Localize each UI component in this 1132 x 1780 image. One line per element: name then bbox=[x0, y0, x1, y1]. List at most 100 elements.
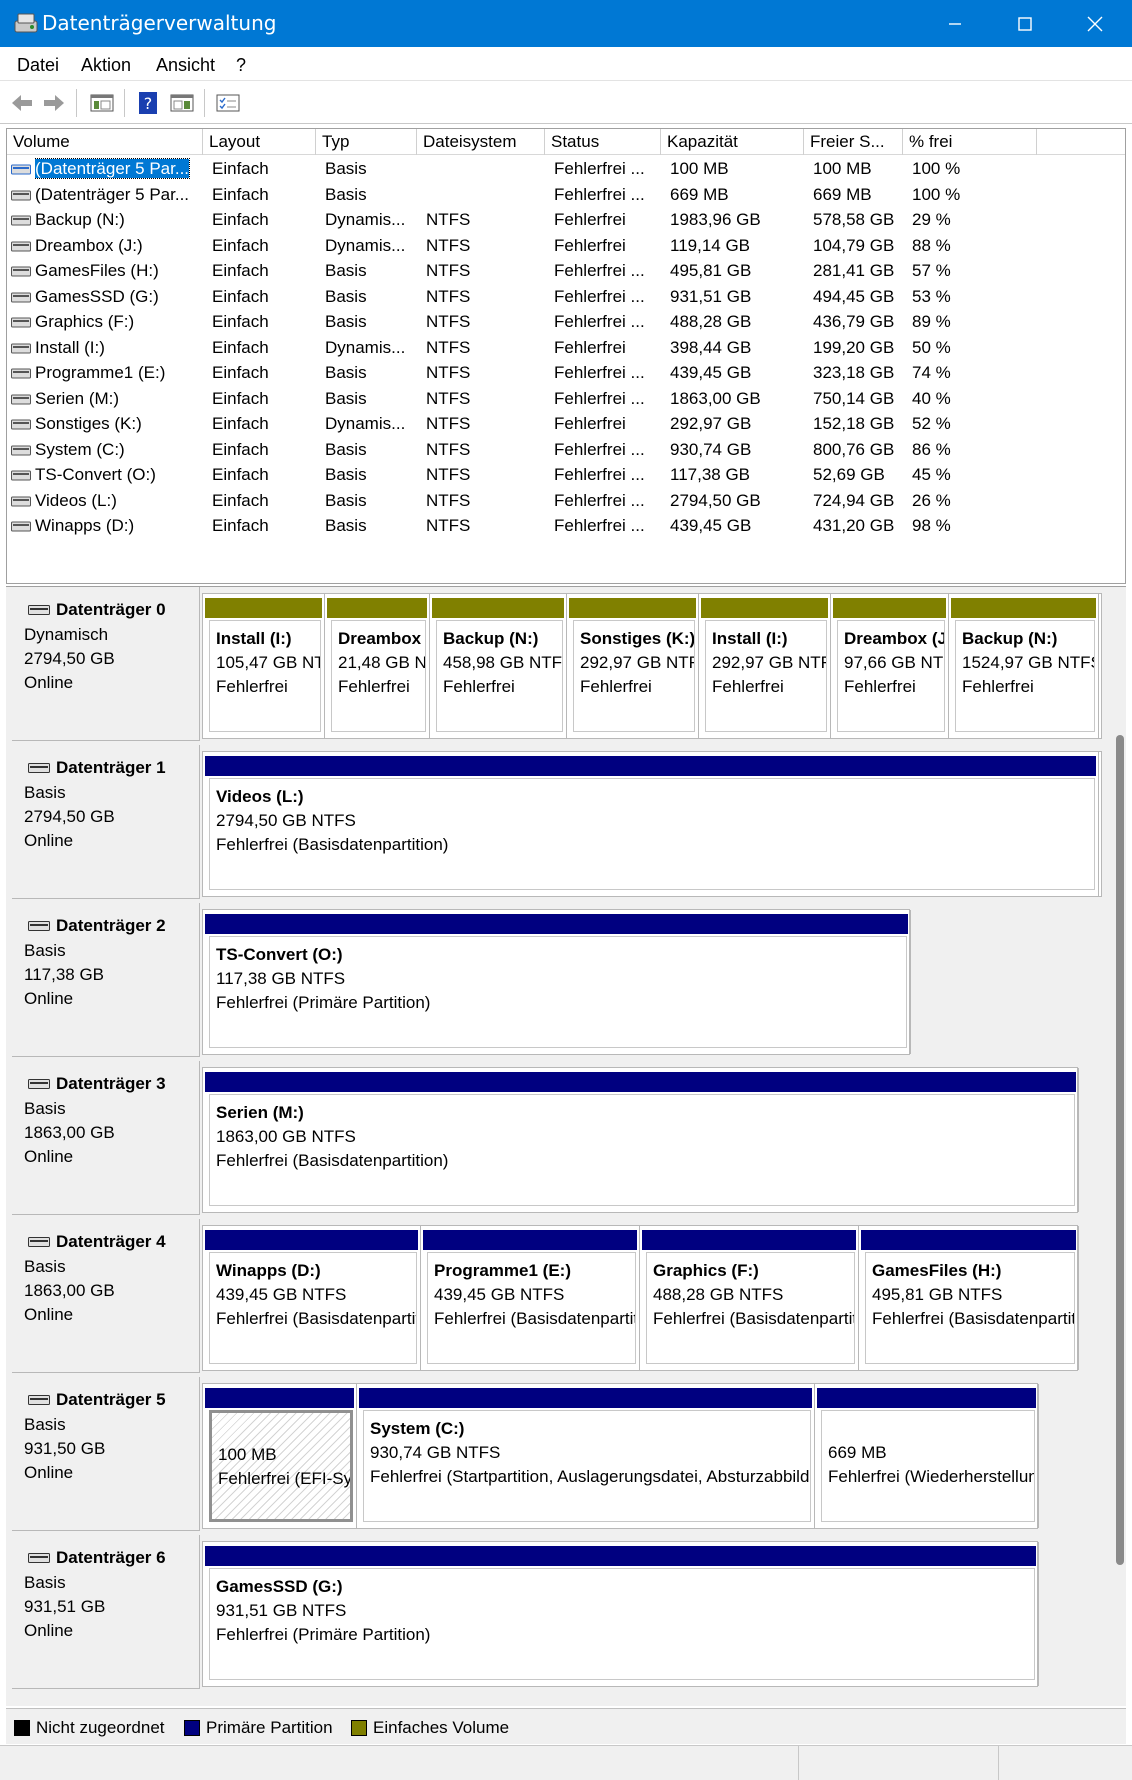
volume-row[interactable]: Sonstiges (K:) Einfach Dynamis... NTFS Fehle… bbox=[7, 411, 1125, 437]
cell-status: Fehlerfrei bbox=[554, 210, 626, 229]
disk-size: 931,51 GB bbox=[24, 1597, 106, 1616]
maximize-button[interactable] bbox=[990, 0, 1060, 47]
partition[interactable]: Install (I:) 105,47 GB NTFS Fehlerfrei bbox=[203, 594, 325, 738]
volume-row[interactable]: Serien (M:) Einfach Basis NTFS Fehlerfrei ..… bbox=[7, 386, 1125, 412]
volume-row[interactable]: Graphics (F:) Einfach Basis NTFS Fehlerfrei … bbox=[7, 309, 1125, 335]
disk-info-3[interactable]: Datenträger 3 Basis 1863,00 GB Online bbox=[12, 1061, 200, 1215]
disk-status: Online bbox=[24, 1621, 74, 1640]
partition[interactable]: Backup (N:) 1524,97 GB NTFS Fehlerfrei bbox=[949, 594, 1099, 738]
console-tree-button[interactable] bbox=[88, 89, 116, 117]
partition[interactable]: System (C:) 930,74 GB NTFS Fehlerfrei (Sta… bbox=[357, 1384, 815, 1528]
menu-aktion[interactable]: Aktion bbox=[81, 55, 131, 76]
cell-prozent-frei: 53 % bbox=[912, 286, 951, 306]
disk-name: Datenträger 4 bbox=[56, 1232, 166, 1251]
disk-view-scrollbar[interactable] bbox=[1114, 587, 1126, 1706]
close-button[interactable] bbox=[1060, 0, 1130, 47]
help-button[interactable]: ? bbox=[134, 89, 162, 117]
column-header[interactable]: Typ bbox=[316, 129, 417, 155]
partition-status: Fehlerfrei bbox=[338, 677, 410, 696]
volume-row[interactable]: TS-Convert (O:) Einfach Basis NTFS Fehlerfre… bbox=[7, 462, 1125, 488]
disk-info-0[interactable]: Datenträger 0 Dynamisch 2794,50 GB Online bbox=[12, 587, 200, 741]
column-header[interactable]: Kapazität bbox=[661, 129, 804, 155]
cell-volume: (Datenträger 5 Par... bbox=[35, 156, 203, 181]
partition[interactable]: Videos (L:) 2794,50 GB NTFS Fehlerfrei (Ba… bbox=[203, 752, 1099, 896]
partition[interactable]: GamesSSD (G:) 931,51 GB NTFS Fehlerfrei (P… bbox=[203, 1542, 1039, 1686]
volume-row[interactable]: Install (I:) Einfach Dynamis... NTFS Fehlerf… bbox=[7, 335, 1125, 361]
partition[interactable]: 669 MB Fehlerfrei (Wiederherstellungspart… bbox=[815, 1384, 1039, 1528]
partition-status: Fehlerfrei (Basisdatenpartition) bbox=[216, 1309, 416, 1328]
volume-row[interactable]: Winapps (D:) Einfach Basis NTFS Fehlerfrei .… bbox=[7, 513, 1125, 539]
volume-row[interactable]: Dreambox (J:) Einfach Dynamis... NTFS Fehler… bbox=[7, 233, 1125, 259]
volume-row[interactable]: Videos (L:) Einfach Basis NTFS Fehlerfrei ..… bbox=[7, 488, 1125, 514]
partition-label: Dreambox (J:) bbox=[844, 629, 944, 648]
volume-name: (Datenträger 5 Par... bbox=[35, 158, 191, 179]
volume-row[interactable]: System (C:) Einfach Basis NTFS Fehlerfrei ..… bbox=[7, 437, 1125, 463]
minimize-button[interactable] bbox=[920, 0, 990, 47]
partition-status: Fehlerfrei (Primäre Partition) bbox=[216, 993, 431, 1012]
disk-partition-bar: Winapps (D:) 439,45 GB NTFS Fehlerfrei (Ba… bbox=[202, 1225, 1079, 1371]
window-title: Datenträgerverwaltung bbox=[42, 11, 277, 35]
disk-info-6[interactable]: Datenträger 6 Basis 931,51 GB Online bbox=[12, 1535, 200, 1689]
cell-volume: GamesSSD (G:) bbox=[35, 284, 203, 309]
partition[interactable]: TS-Convert (O:) 117,38 GB NTFS Fehlerfrei … bbox=[203, 910, 911, 1054]
partition-label: GamesFiles (H:) bbox=[872, 1261, 1002, 1280]
cell-layout: Einfach bbox=[212, 363, 269, 382]
menu-help[interactable]: ? bbox=[236, 55, 246, 76]
disk-type: Basis bbox=[24, 1415, 66, 1434]
cell-volume: GamesFiles (H:) bbox=[35, 258, 203, 283]
partition-label: TS-Convert (O:) bbox=[216, 945, 343, 964]
volume-row[interactable]: (Datenträger 5 Par... Einfach Basis Fehlerf… bbox=[7, 156, 1125, 182]
disk-info-4[interactable]: Datenträger 4 Basis 1863,00 GB Online bbox=[12, 1219, 200, 1373]
partition[interactable]: Programme1 (E:) 439,45 GB NTFS Fehlerfrei … bbox=[421, 1226, 640, 1370]
cell-typ: Basis bbox=[325, 516, 367, 535]
partition-size: 439,45 GB NTFS bbox=[216, 1285, 347, 1304]
partition-label: Backup (N:) bbox=[962, 629, 1058, 648]
partition[interactable]: 100 MB Fehlerfrei (EFI-Systempartition) bbox=[203, 1384, 357, 1528]
column-header[interactable]: Status bbox=[545, 129, 661, 155]
column-header[interactable]: Dateisystem bbox=[417, 129, 545, 155]
partition[interactable]: Dreambox (J:) 21,48 GB NTFS Fehlerfrei bbox=[325, 594, 430, 738]
disk-info-2[interactable]: Datenträger 2 Basis 117,38 GB Online bbox=[12, 903, 200, 1057]
disk-info-5[interactable]: Datenträger 5 Basis 931,50 GB Online bbox=[12, 1377, 200, 1531]
menu-ansicht[interactable]: Ansicht bbox=[156, 55, 215, 76]
partition[interactable]: Sonstiges (K:) 292,97 GB NTFS Fehlerfrei bbox=[567, 594, 699, 738]
volume-row[interactable]: (Datenträger 5 Par... Einfach Basis Fehlerf… bbox=[7, 182, 1125, 208]
partition[interactable]: Install (I:) 292,97 GB NTFS Fehlerfrei bbox=[699, 594, 831, 738]
back-icon bbox=[12, 95, 32, 111]
volume-row[interactable]: GamesFiles (H:) Einfach Basis NTFS Fehlerfre… bbox=[7, 258, 1125, 284]
cell-dateisystem: NTFS bbox=[426, 337, 471, 357]
disk-info-1[interactable]: Datenträger 1 Basis 2794,50 GB Online bbox=[12, 745, 200, 899]
partition[interactable]: Graphics (F:) 488,28 GB NTFS Fehlerfrei (B… bbox=[640, 1226, 859, 1370]
cell-typ: Basis bbox=[325, 184, 367, 204]
partition[interactable]: GamesFiles (H:) 495,81 GB NTFS Fehlerfrei … bbox=[859, 1226, 1079, 1370]
scrollbar-thumb[interactable] bbox=[1116, 735, 1124, 1565]
partition-size: 930,74 GB NTFS bbox=[370, 1443, 501, 1462]
column-header[interactable]: % frei bbox=[903, 129, 1037, 155]
cell-dateisystem: NTFS bbox=[426, 439, 471, 459]
cell-dateisystem: NTFS bbox=[426, 261, 471, 280]
column-header[interactable]: Freier S... bbox=[804, 129, 903, 155]
cell-prozent-frei: 26 % bbox=[912, 490, 951, 510]
column-header[interactable]: Volume bbox=[7, 129, 203, 155]
cell-freier-speicher: 100 MB bbox=[813, 159, 872, 178]
cell-kapazitaet: 439,45 GB bbox=[670, 516, 752, 535]
back-button[interactable] bbox=[8, 89, 36, 117]
volume-row[interactable]: GamesSSD (G:) Einfach Basis NTFS Fehlerfrei … bbox=[7, 284, 1125, 310]
menu-datei[interactable]: Datei bbox=[17, 55, 59, 76]
properties-button[interactable] bbox=[214, 89, 242, 117]
volume-row[interactable]: Backup (N:) Einfach Dynamis... NTFS Fehlerfr… bbox=[7, 207, 1125, 233]
partition[interactable]: Winapps (D:) 439,45 GB NTFS Fehlerfrei (Ba… bbox=[203, 1226, 421, 1370]
disk-management-app-icon bbox=[14, 13, 38, 33]
action-pane-button[interactable] bbox=[168, 89, 196, 117]
cell-layout: Einfach bbox=[212, 337, 269, 357]
partition-label: Graphics (F:) bbox=[653, 1261, 759, 1280]
partition-type-strip bbox=[205, 1072, 1076, 1092]
partition[interactable]: Dreambox (J:) 97,66 GB NTFS Fehlerfrei bbox=[831, 594, 949, 738]
partition[interactable]: Backup (N:) 458,98 GB NTFS Fehlerfrei bbox=[430, 594, 567, 738]
cell-dateisystem bbox=[426, 182, 545, 207]
partition[interactable]: Serien (M:) 1863,00 GB NTFS Fehlerfrei (Ba… bbox=[203, 1068, 1079, 1212]
forward-button[interactable] bbox=[40, 89, 68, 117]
cell-dateisystem: NTFS bbox=[426, 235, 471, 255]
volume-row[interactable]: Programme1 (E:) Einfach Basis NTFS Fehlerfre… bbox=[7, 360, 1125, 386]
column-header[interactable]: Layout bbox=[203, 129, 316, 155]
